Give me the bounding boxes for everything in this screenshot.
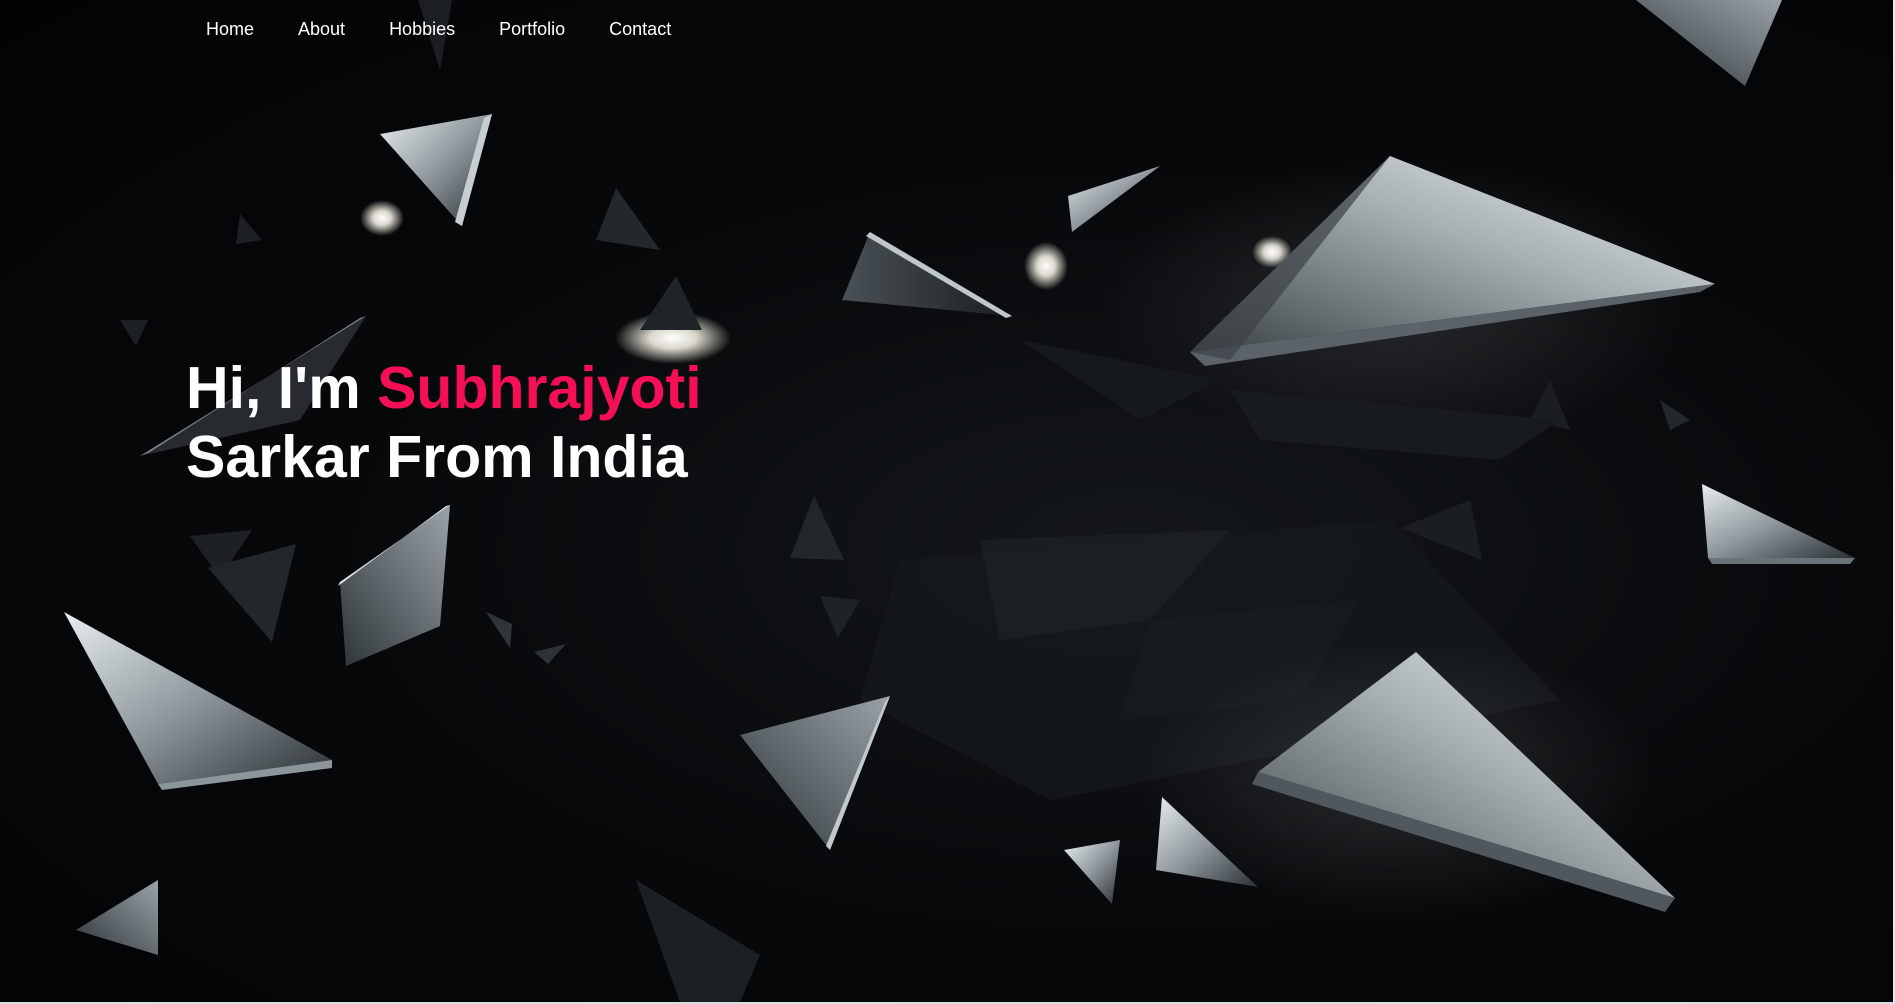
nav-about-link[interactable]: About bbox=[298, 18, 345, 40]
nav-contact-link[interactable]: Contact bbox=[609, 18, 671, 40]
nav-portfolio-link[interactable]: Portfolio bbox=[499, 18, 565, 40]
main-nav: Home About Hobbies Portfolio Contact bbox=[206, 18, 715, 40]
nav-hobbies-link[interactable]: Hobbies bbox=[389, 18, 455, 40]
hero-section: Home About Hobbies Portfolio Contact Hi,… bbox=[0, 0, 1893, 1002]
hero-headline: Hi, I'm Subhrajyoti Sarkar From India bbox=[186, 354, 702, 492]
background-shards-image bbox=[64, 0, 1855, 1002]
hero-name: Subhrajyoti bbox=[377, 355, 702, 421]
hero-greeting: Hi, I'm bbox=[186, 355, 378, 421]
nav-home-link[interactable]: Home bbox=[206, 18, 254, 40]
hero-tagline: Sarkar From India bbox=[186, 424, 688, 490]
